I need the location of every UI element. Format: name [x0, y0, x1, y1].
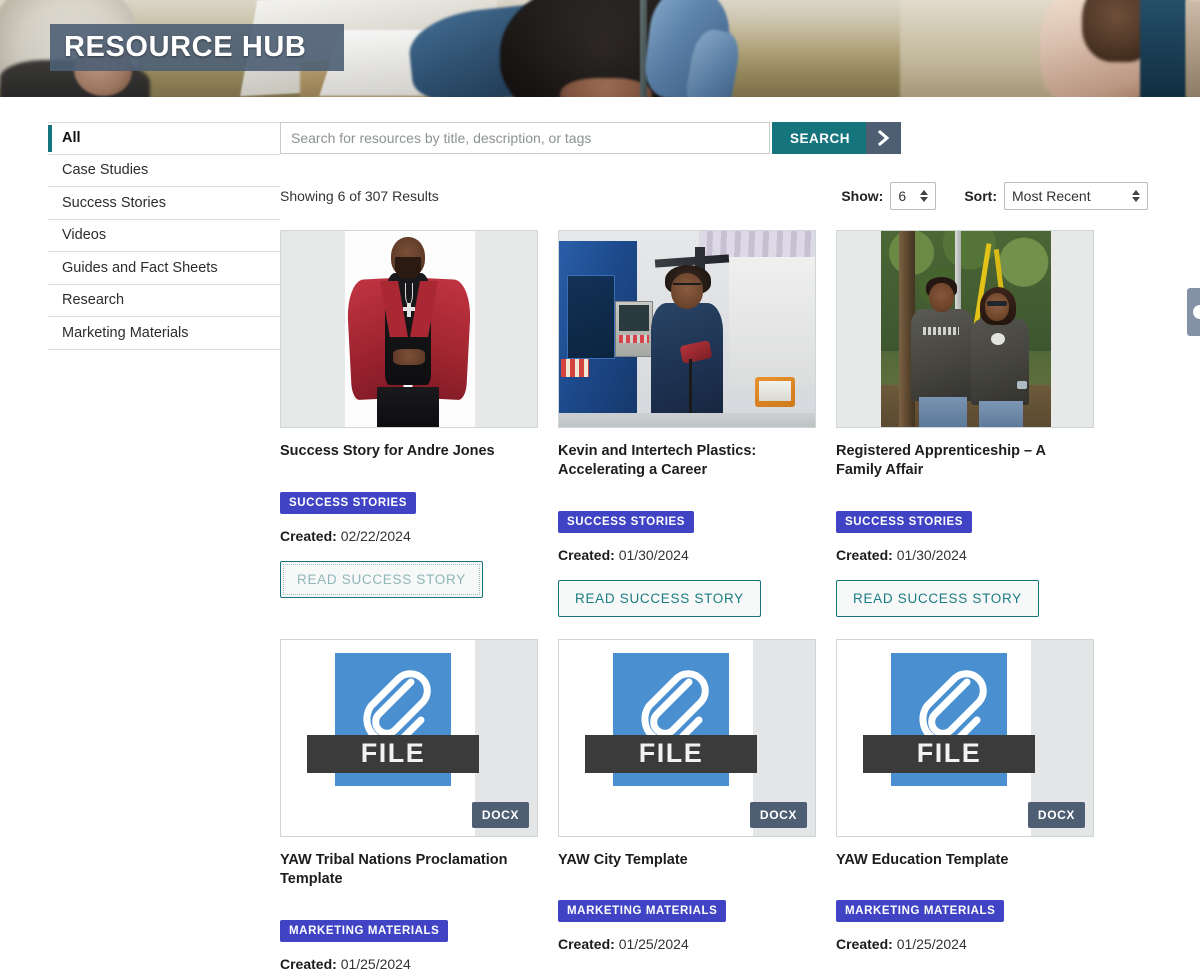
- hero-banner: RESOURCE HUB: [0, 0, 1200, 97]
- created-date: Created: 01/30/2024: [558, 547, 816, 563]
- search-bar: SEARCH: [280, 122, 1148, 154]
- created-label: Created:: [280, 527, 337, 544]
- show-select[interactable]: 6: [890, 182, 937, 210]
- sidebar-item-marketing-materials[interactable]: Marketing Materials: [48, 317, 280, 350]
- sidebar-item-label: Success Stories: [62, 194, 166, 211]
- resource-card: Kevin and Intertech Plastics: Accelerati…: [558, 230, 816, 617]
- sidebar-item-label: Videos: [62, 227, 107, 244]
- category-sidebar: All Case Studies Success Stories Videos …: [0, 122, 280, 972]
- created-label: Created:: [558, 936, 615, 953]
- resource-thumbnail-file[interactable]: FILE DOCX: [836, 638, 1094, 837]
- sort-select[interactable]: Most Recent: [1004, 182, 1148, 210]
- sort-label: Sort:: [964, 188, 997, 204]
- created-label: Created:: [836, 546, 893, 563]
- resource-thumbnail-photo[interactable]: [558, 230, 816, 428]
- created-date: Created: 01/25/2024: [836, 936, 1094, 952]
- page-title: RESOURCE HUB: [64, 31, 307, 63]
- category-badge[interactable]: SUCCESS STORIES: [558, 510, 695, 533]
- sidebar-item-label: Guides and Fact Sheets: [62, 259, 218, 276]
- created-value: 01/25/2024: [618, 936, 689, 953]
- resource-title[interactable]: YAW Education Template: [836, 851, 1094, 870]
- created-date: Created: 02/22/2024: [280, 528, 538, 544]
- category-badge[interactable]: MARKETING MATERIALS: [280, 919, 449, 942]
- created-value: 01/30/2024: [618, 546, 689, 563]
- resource-card: Registered Apprenticeship – A Family Aff…: [836, 230, 1094, 617]
- sidebar-item-success-stories[interactable]: Success Stories: [48, 187, 280, 220]
- created-label: Created:: [280, 955, 337, 972]
- category-badge[interactable]: SUCCESS STORIES: [836, 510, 973, 533]
- search-button[interactable]: SEARCH: [772, 122, 902, 154]
- resource-thumbnail-file[interactable]: FILE DOCX: [558, 638, 816, 837]
- file-extension-badge: DOCX: [471, 801, 529, 828]
- file-band-label: FILE: [916, 738, 982, 769]
- category-badge[interactable]: MARKETING MATERIALS: [836, 900, 1005, 923]
- category-badge[interactable]: MARKETING MATERIALS: [558, 900, 727, 923]
- sidebar-item-label: Case Studies: [62, 162, 149, 179]
- results-count: Showing 6 of 307 Results: [280, 188, 439, 204]
- resource-card: FILE DOCX YAW Tribal Nations Proclamatio…: [280, 638, 538, 972]
- hero-title-box: RESOURCE HUB: [50, 24, 344, 71]
- category-badge[interactable]: SUCCESS STORIES: [280, 491, 417, 514]
- list-controls: Show: 6 Sort: Most Recent: [841, 182, 1148, 210]
- sidebar-item-all[interactable]: All: [48, 122, 280, 155]
- read-resource-button[interactable]: READ SUCCESS STORY: [558, 579, 761, 617]
- page-body: All Case Studies Success Stories Videos …: [0, 97, 1200, 972]
- main-content: SEARCH Showing 6 of 307 Results Show: 6: [280, 122, 1200, 972]
- file-extension-badge: DOCX: [749, 801, 807, 828]
- created-value: 01/30/2024: [896, 546, 967, 563]
- file-band-label: FILE: [638, 738, 704, 769]
- resource-card: FILE DOCX YAW Education Template MARKETI…: [836, 638, 1094, 972]
- file-band: FILE: [585, 734, 757, 773]
- created-date: Created: 01/25/2024: [558, 936, 816, 952]
- resource-thumbnail-photo[interactable]: [280, 230, 538, 428]
- resource-grid: Success Story for Andre Jones SUCCESS ST…: [280, 230, 1148, 972]
- search-button-label: SEARCH: [790, 130, 851, 146]
- sidebar-item-guides-and-fact-sheets[interactable]: Guides and Fact Sheets: [48, 252, 280, 285]
- resource-card: FILE DOCX YAW City Template MARKETING MA…: [558, 638, 816, 972]
- results-meta-row: Showing 6 of 307 Results Show: 6 Sort: M…: [280, 182, 1148, 210]
- resource-title[interactable]: YAW Tribal Nations Proclamation Template: [280, 851, 538, 889]
- sidebar-item-videos[interactable]: Videos: [48, 220, 280, 252]
- file-band-label: FILE: [360, 738, 426, 769]
- file-band: FILE: [307, 734, 479, 773]
- read-resource-button[interactable]: READ SUCCESS STORY: [836, 579, 1039, 617]
- created-value: 01/25/2024: [896, 936, 967, 953]
- resource-title[interactable]: Success Story for Andre Jones: [280, 442, 538, 461]
- side-panel-tab[interactable]: [1187, 288, 1200, 336]
- search-input[interactable]: [280, 122, 770, 154]
- file-band: FILE: [863, 734, 1035, 773]
- resource-title[interactable]: Kevin and Intertech Plastics: Accelerati…: [558, 442, 816, 480]
- resource-thumbnail-file[interactable]: FILE DOCX: [280, 638, 538, 837]
- resource-thumbnail-photo[interactable]: [836, 230, 1094, 428]
- resource-title[interactable]: YAW City Template: [558, 851, 816, 870]
- created-date: Created: 01/25/2024: [280, 956, 538, 972]
- read-resource-button[interactable]: READ SUCCESS STORY: [280, 560, 483, 598]
- created-label: Created:: [558, 546, 615, 563]
- sidebar-item-label: Marketing Materials: [62, 324, 189, 341]
- created-date: Created: 01/30/2024: [836, 547, 1094, 563]
- show-select-wrap: 6: [890, 182, 937, 210]
- sidebar-item-label: Research: [62, 292, 125, 309]
- category-list: All Case Studies Success Stories Videos …: [48, 122, 280, 350]
- resource-title[interactable]: Registered Apprenticeship – A Family Aff…: [836, 442, 1094, 480]
- file-extension-badge: DOCX: [1027, 801, 1085, 828]
- show-label: Show:: [841, 188, 884, 204]
- sort-select-wrap: Most Recent: [1004, 182, 1148, 210]
- chevron-right-icon: [866, 122, 902, 154]
- grid-row-spacer: [280, 617, 1094, 639]
- sidebar-item-case-studies[interactable]: Case Studies: [48, 155, 280, 187]
- sidebar-item-research[interactable]: Research: [48, 285, 280, 317]
- created-value: 02/22/2024: [340, 527, 411, 544]
- created-label: Created:: [836, 936, 893, 953]
- sidebar-item-label: All: [62, 130, 81, 147]
- resource-card: Success Story for Andre Jones SUCCESS ST…: [280, 230, 538, 617]
- created-value: 01/25/2024: [340, 955, 411, 972]
